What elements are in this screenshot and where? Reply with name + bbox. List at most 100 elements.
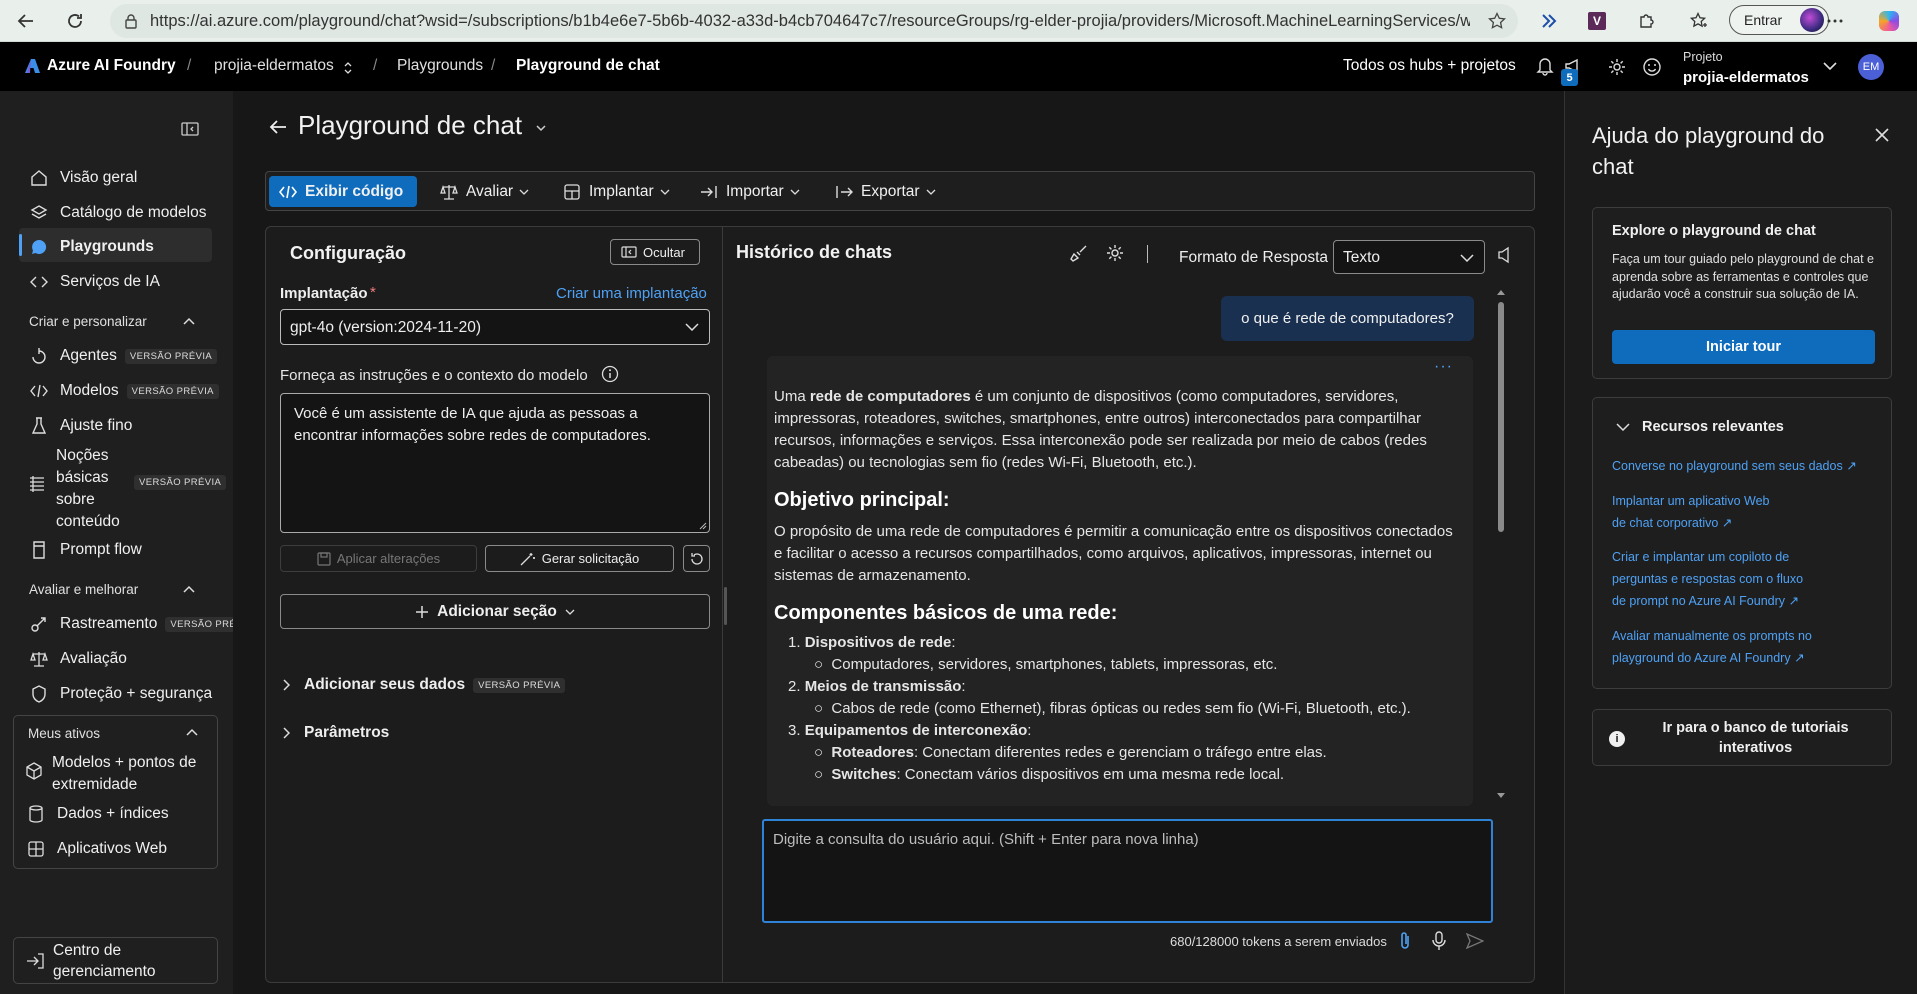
resource-link[interactable]: Implantar um aplicativo Web de chat corp… bbox=[1612, 490, 1782, 534]
import-menu-button[interactable]: Importar bbox=[690, 176, 810, 207]
vivaldi-extension-icon[interactable]: V bbox=[1585, 9, 1609, 33]
view-code-label: Exibir código bbox=[305, 182, 404, 200]
resources-title[interactable]: Recursos relevantes bbox=[1642, 419, 1784, 435]
parameters-expander[interactable]: Parâmetros bbox=[282, 724, 389, 742]
deployment-select[interactable]: gpt-4o (version:2024-11-20) bbox=[280, 309, 710, 345]
puzzle-icon[interactable] bbox=[1634, 9, 1658, 33]
chevron-up-icon[interactable] bbox=[185, 727, 199, 737]
nav-safety[interactable]: Proteção + segurança bbox=[28, 683, 212, 705]
nav-data-indexes[interactable]: Dados + índices bbox=[25, 803, 169, 825]
scroll-down-arrow-icon[interactable] bbox=[1496, 792, 1506, 800]
send-icon[interactable] bbox=[1466, 933, 1484, 949]
reset-button[interactable] bbox=[683, 545, 710, 572]
chevron-up-icon[interactable] bbox=[182, 584, 196, 594]
chevron-down-icon[interactable] bbox=[1616, 423, 1630, 431]
nav-label: Avaliação bbox=[60, 650, 127, 667]
config-title: Configuração bbox=[290, 243, 407, 263]
chat-scrollbar[interactable] bbox=[1496, 288, 1506, 800]
management-center-link[interactable]: Centro de gerenciamento bbox=[13, 937, 218, 984]
signin-label: Entrar bbox=[1744, 12, 1783, 28]
resource-link[interactable]: Converse no playground sem seus dados ↗ bbox=[1612, 455, 1877, 477]
nav-web-apps[interactable]: Aplicativos Web bbox=[25, 838, 167, 860]
agents-icon bbox=[28, 345, 50, 367]
title-chevron-down-icon[interactable] bbox=[535, 124, 547, 132]
clear-chat-broom-icon[interactable] bbox=[1070, 244, 1088, 262]
left-navigation: Visão geral Catálogo de modelos Playgrou… bbox=[0, 91, 242, 994]
back-arrow-icon[interactable] bbox=[268, 117, 288, 137]
start-tour-button[interactable]: Iniciar tour bbox=[1612, 330, 1875, 364]
info-icon[interactable] bbox=[601, 365, 619, 383]
hide-config-button[interactable]: Ocultar bbox=[610, 239, 700, 265]
list-subitem: ○ Switches: Conectam vários dispositivos… bbox=[814, 766, 1285, 783]
nav-evaluation[interactable]: Avaliação bbox=[28, 648, 127, 670]
system-message-textarea[interactable]: Você é um assistente de IA que ajuda as … bbox=[280, 393, 710, 533]
tutorials-link-card[interactable]: i Ir para o banco de tutoriais interativ… bbox=[1592, 709, 1892, 766]
scroll-up-arrow-icon[interactable] bbox=[1496, 288, 1506, 296]
extensions-chevron-icon[interactable] bbox=[1537, 9, 1561, 33]
nav-models[interactable]: Modelos VERSÃO PRÉVIA bbox=[28, 380, 219, 402]
paperclip-icon[interactable] bbox=[1398, 931, 1412, 951]
nav-models-endpoints[interactable]: Modelos + pontos de extremidade bbox=[25, 752, 215, 796]
preview-badge: VERSÃO PRÉVIA bbox=[134, 475, 227, 490]
add-data-expander[interactable]: Adicionar seus dados VERSÃO PRÉVIA bbox=[282, 676, 566, 694]
nav-content-understanding[interactable]: Noções básicas sobre conteúdo VERSÃO PRÉ… bbox=[28, 445, 228, 530]
chevron-down-icon bbox=[926, 189, 936, 195]
nav-playgrounds[interactable]: Playgrounds bbox=[28, 236, 154, 258]
nav-fine-tuning[interactable]: Ajuste fino bbox=[28, 415, 132, 437]
resource-link[interactable]: Avaliar manualmente os prompts no playgr… bbox=[1612, 625, 1852, 669]
nav-agents[interactable]: Agentes VERSÃO PRÉVIA bbox=[28, 345, 218, 367]
favorite-star-icon[interactable] bbox=[1488, 12, 1506, 30]
project-name[interactable]: projia-eldermatos bbox=[1683, 69, 1809, 86]
feedback-smiley-icon[interactable] bbox=[1642, 57, 1662, 77]
nav-prompt-flow[interactable]: Prompt flow bbox=[28, 539, 142, 561]
code-brackets-icon bbox=[28, 380, 50, 402]
chevron-updown-icon[interactable] bbox=[343, 62, 353, 74]
export-menu-button[interactable]: Exportar bbox=[825, 176, 946, 207]
all-hubs-link[interactable]: Todos os hubs + projetos bbox=[1343, 57, 1516, 75]
more-options-icon[interactable] bbox=[1823, 9, 1847, 33]
microphone-icon[interactable] bbox=[1432, 931, 1446, 951]
group-evaluate-header[interactable]: Avaliar e melhorar bbox=[29, 582, 138, 597]
speaker-icon[interactable] bbox=[1497, 246, 1513, 264]
close-icon[interactable] bbox=[1874, 127, 1890, 143]
nav-model-catalog[interactable]: Catálogo de modelos bbox=[28, 202, 207, 224]
brand-name[interactable]: Azure AI Foundry bbox=[47, 57, 176, 75]
scroll-thumb[interactable] bbox=[1498, 302, 1504, 532]
import-label: Importar bbox=[726, 182, 784, 200]
generate-prompt-button[interactable]: Gerar solicitação bbox=[485, 545, 674, 572]
resize-handle[interactable] bbox=[724, 587, 727, 625]
add-section-button[interactable]: Adicionar seção bbox=[280, 594, 710, 629]
group-assets-header[interactable]: Meus ativos bbox=[28, 726, 100, 741]
user-avatar[interactable]: EM bbox=[1858, 54, 1884, 80]
resize-grip-icon[interactable] bbox=[699, 522, 707, 530]
project-chevron-down-icon[interactable] bbox=[1822, 60, 1838, 72]
group-create-header[interactable]: Criar e personalizar bbox=[29, 314, 147, 329]
evaluate-menu-button[interactable]: Avaliar bbox=[430, 176, 539, 207]
profile-signin-button[interactable]: Entrar bbox=[1729, 5, 1829, 35]
resource-link[interactable]: Criar e implantar um copiloto de pergunt… bbox=[1612, 546, 1817, 612]
nav-overview[interactable]: Visão geral bbox=[28, 167, 137, 189]
chevron-up-icon[interactable] bbox=[182, 316, 196, 326]
favorites-icon[interactable] bbox=[1687, 9, 1711, 33]
user-query-input[interactable]: Digite a consulta do usuário aqui. (Shif… bbox=[762, 819, 1493, 923]
notification-count-badge: 5 bbox=[1561, 69, 1578, 86]
copilot-icon[interactable] bbox=[1877, 9, 1901, 33]
chat-settings-gear-icon[interactable] bbox=[1105, 243, 1125, 263]
breadcrumb-project[interactable]: projia-eldermatos bbox=[214, 57, 334, 75]
message-more-options-icon[interactable]: ··· bbox=[1434, 356, 1453, 378]
apply-changes-button[interactable]: Aplicar alterações bbox=[280, 545, 477, 572]
nav-tracing[interactable]: Rastreamento VERSÃO PRÉ bbox=[28, 613, 242, 635]
collapse-nav-icon[interactable] bbox=[181, 122, 199, 136]
view-code-button[interactable]: Exibir código bbox=[269, 176, 417, 207]
back-icon[interactable] bbox=[14, 9, 38, 33]
breadcrumb-playgrounds[interactable]: Playgrounds bbox=[397, 57, 483, 75]
address-bar[interactable]: https://ai.azure.com/playground/chat?wsi… bbox=[110, 4, 1518, 38]
bell-icon[interactable] bbox=[1536, 56, 1554, 76]
nav-label: Dados + índices bbox=[57, 805, 169, 822]
refresh-icon[interactable] bbox=[63, 9, 87, 33]
create-deployment-link[interactable]: Criar uma implantação bbox=[556, 285, 707, 302]
settings-gear-icon[interactable] bbox=[1607, 57, 1627, 77]
nav-ai-services[interactable]: Serviços de IA bbox=[28, 271, 160, 293]
response-format-select[interactable]: Texto bbox=[1333, 240, 1485, 274]
deploy-menu-button[interactable]: Implantar bbox=[553, 176, 680, 207]
